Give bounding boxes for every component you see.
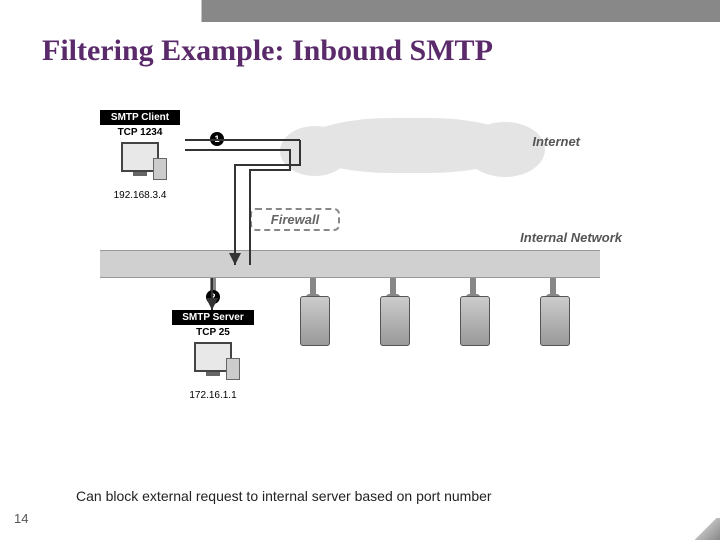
smtp-server-group: SMTP Server TCP 25 172.16.1.1 <box>172 310 254 401</box>
network-drop <box>550 278 556 296</box>
smtp-server-label: SMTP Server <box>172 310 254 325</box>
network-drop <box>390 278 396 296</box>
server-icon <box>300 296 330 346</box>
internet-label: Internet <box>532 134 580 149</box>
internal-network-bar <box>100 250 600 278</box>
network-diagram: SMTP Client TCP 1234 192.168.3.4 Interne… <box>100 110 610 430</box>
network-drop <box>470 278 476 296</box>
smtp-client-ip: 192.168.3.4 <box>100 190 180 201</box>
server-computer-icon <box>190 342 236 386</box>
firewall-box: Firewall <box>250 208 340 231</box>
smtp-server-port: TCP 25 <box>172 327 254 338</box>
internet-cloud: Internet <box>300 118 520 173</box>
header-bar <box>0 0 720 22</box>
internal-network-label: Internal Network <box>520 230 622 245</box>
server-icon <box>460 296 490 346</box>
client-computer-icon <box>117 142 163 186</box>
page-curl-icon <box>692 518 720 540</box>
server-icon <box>540 296 570 346</box>
marker-2: 2 <box>206 290 220 304</box>
network-drop <box>310 278 316 296</box>
smtp-server-ip: 172.16.1.1 <box>172 390 254 401</box>
page-number: 14 <box>14 511 28 526</box>
smtp-client-port: TCP 1234 <box>100 127 180 138</box>
slide-caption: Can block external request to internal s… <box>76 488 492 504</box>
marker-1: 1 <box>210 132 224 146</box>
smtp-client-label: SMTP Client <box>100 110 180 125</box>
server-icon <box>380 296 410 346</box>
smtp-client-group: SMTP Client TCP 1234 192.168.3.4 <box>100 110 180 201</box>
slide-title: Filtering Example: Inbound SMTP <box>42 34 720 68</box>
